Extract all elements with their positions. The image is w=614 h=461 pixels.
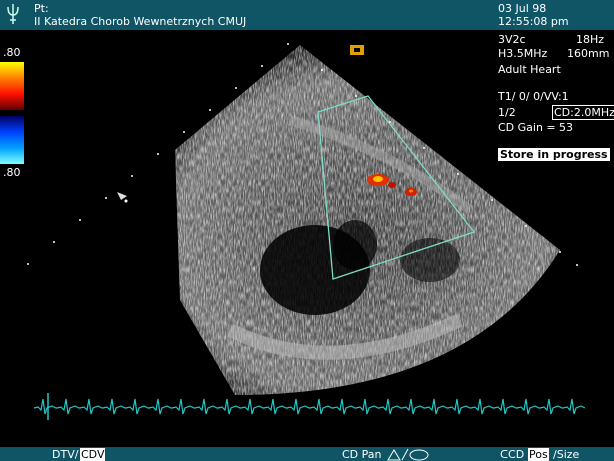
time: 12:55:08 pm [498, 15, 569, 28]
pan-shape-icons[interactable] [386, 448, 430, 461]
ultrasound-screen: { "header": { "patient_label": "Pt:", "i… [0, 0, 614, 461]
footer-bar: DTV/ CDV CD Pan ᑕCD Pos /Size [0, 447, 614, 461]
size-mode[interactable]: /Size [553, 448, 579, 461]
scale-top-value: .80 [3, 46, 21, 59]
sector-ratio: 1/2 [498, 106, 516, 119]
pos-mode-selected[interactable]: Pos [528, 448, 549, 461]
cd-gain-label: CD Gain = [498, 121, 556, 134]
frame-rate: 18Hz [576, 33, 605, 46]
patient-label: Pt: [34, 2, 49, 15]
cd-gain-value: 53 [559, 121, 573, 134]
header-bar: Pt: II Katedra Chorob Wewnetrznych CMUJ … [0, 0, 614, 30]
date: 03 Jul 98 [498, 2, 547, 15]
transducer-name: 3V2c [498, 33, 526, 46]
cd-frequency: CD:2.0MHz [552, 105, 614, 120]
positive-velocity-scale [0, 62, 24, 110]
dtv-mode[interactable]: DTV/ [52, 448, 78, 461]
scale-baseline [0, 110, 24, 115]
cdv-mode-selected[interactable]: CDV [80, 448, 106, 461]
imaging-settings: T1/ 0/ 0/VV:1 [498, 90, 569, 103]
institution-name: II Katedra Chorob Wewnetrznych CMUJ [34, 15, 247, 28]
negative-velocity-scale [0, 116, 24, 164]
depth-value: 160mm [567, 47, 610, 60]
scale-bottom-value: .80 [3, 166, 21, 179]
triangle-icon [387, 449, 401, 461]
preset-name: Adult Heart [498, 63, 561, 76]
store-status-badge: Store in progress [498, 148, 610, 161]
orientation-marker-icon [350, 45, 364, 55]
ellipse-icon [409, 449, 429, 461]
trident-logo-icon [7, 4, 19, 24]
probe-frequency: H3.5MHz [498, 47, 548, 60]
ecg-trace [33, 398, 586, 415]
cd-position-prefix: ᑕCD [500, 448, 525, 461]
focus-marker-icon [117, 192, 127, 200]
cd-pan-label[interactable]: CD Pan [342, 448, 382, 461]
